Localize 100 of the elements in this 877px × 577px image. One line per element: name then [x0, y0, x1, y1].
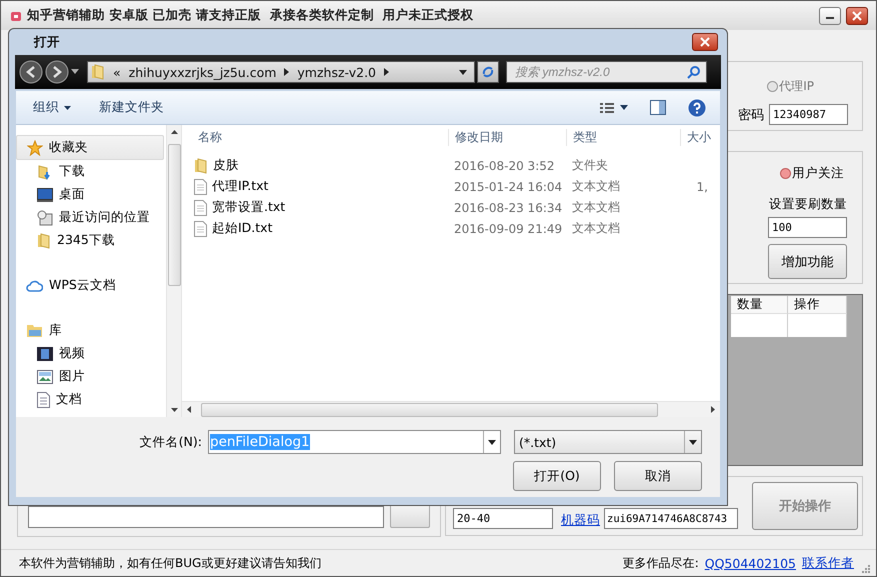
password-field[interactable]: 12340987: [769, 104, 848, 125]
minimize-button[interactable]: [819, 6, 841, 24]
input-field[interactable]: [28, 506, 384, 528]
recent-places-icon: [37, 210, 53, 226]
view-caret-icon[interactable]: [620, 105, 628, 110]
picture-icon: [37, 370, 53, 384]
file-name[interactable]: 皮肤: [192, 157, 448, 174]
desktop-icon: [37, 188, 53, 202]
column-header[interactable]: 大小: [680, 128, 710, 146]
count-field[interactable]: 100: [768, 217, 847, 238]
scroll-left-icon[interactable]: [187, 406, 191, 413]
dropdown-caret-icon[interactable]: [488, 440, 496, 444]
help-icon[interactable]: [688, 98, 706, 116]
nav-item[interactable]: 2345下载: [16, 229, 166, 252]
path-segment[interactable]: zhihuyxxzrjks_jz5u.com: [128, 64, 276, 80]
file-type: 文件夹: [571, 157, 609, 174]
search-field[interactable]: 搜索 ymzhsz-v2.0: [515, 65, 687, 79]
path-overflow[interactable]: «: [113, 64, 121, 80]
close-icon[interactable]: [852, 10, 862, 20]
table-cell: [731, 314, 788, 337]
nav-item[interactable]: WPS云文档: [16, 274, 164, 297]
follow-radio[interactable]: 用户关注: [780, 165, 844, 182]
window-title: 知乎营销辅助 安卓版 已加壳 请支持正版 承接各类软件定制 用户未正式授权: [27, 7, 474, 24]
more-label: 更多作品尽在:: [622, 554, 699, 572]
table-cell: [788, 314, 847, 337]
refresh-button[interactable]: [477, 61, 499, 83]
text-file-icon: [194, 200, 207, 216]
close-button[interactable]: [846, 6, 868, 24]
back-button[interactable]: [19, 60, 43, 84]
vertical-scrollbar[interactable]: [166, 125, 181, 417]
folder-icon: [37, 232, 51, 248]
proxy-radio[interactable]: 代理IP: [767, 78, 814, 95]
count-label: 设置要刷数量: [769, 196, 847, 213]
chevron-icon[interactable]: [284, 68, 290, 76]
add-feature-button[interactable]: 增加功能: [768, 244, 847, 279]
text-file-icon: [194, 220, 207, 236]
close-icon[interactable]: [700, 37, 710, 47]
folder-icon: [91, 64, 105, 80]
nav-item[interactable]: 视频: [16, 342, 166, 365]
refresh-icon[interactable]: [481, 65, 495, 79]
view-list-icon[interactable]: [600, 102, 614, 114]
cloud-icon: [26, 279, 43, 292]
file-name-label: 文件名(N):: [140, 434, 202, 450]
file-type: 文本文档: [571, 178, 621, 195]
caret-icon[interactable]: [64, 106, 71, 110]
dropdown-caret-icon[interactable]: [459, 70, 467, 74]
new-folder-button[interactable]: 新建文件夹: [99, 99, 164, 116]
small-button[interactable]: [390, 504, 430, 528]
column-header[interactable]: 修改日期: [448, 128, 566, 146]
status-text: 本软件为营销辅助，如有任何BUG或更好建议请告知我们: [19, 554, 322, 572]
column-header: 数量: [731, 296, 788, 314]
app-logo-icon: [10, 10, 22, 22]
scroll-down-icon[interactable]: [170, 408, 178, 412]
resize-grip-icon[interactable]: [860, 563, 870, 573]
search-box[interactable]: 搜索 ymzhsz-v2.0: [506, 61, 707, 83]
nav-item[interactable]: 文档: [16, 388, 166, 411]
film-icon: [37, 346, 53, 362]
file-type-dropdown[interactable]: (*.txt): [514, 430, 702, 454]
nav-item[interactable]: 库: [16, 319, 164, 342]
file-date: 2016-09-09 21:49: [453, 222, 564, 236]
organize-menu[interactable]: 组织: [33, 99, 71, 116]
qq-link[interactable]: QQ504402105: [704, 556, 796, 570]
search-icon[interactable]: [687, 66, 700, 78]
preview-pane-icon[interactable]: [650, 100, 666, 115]
dropdown-caret-icon[interactable]: [689, 440, 697, 444]
file-date: 2016-08-23 16:34: [453, 200, 564, 214]
file-name[interactable]: 宽带设置.txt: [192, 199, 448, 216]
password-label: 密码: [738, 106, 764, 124]
file-type: 文本文档: [571, 199, 621, 216]
nav-item[interactable]: 最近访问的位置: [16, 206, 166, 229]
scroll-up-icon[interactable]: [170, 130, 178, 134]
dialog-title: 打开: [34, 34, 60, 50]
cancel-button[interactable]: 取消: [614, 461, 702, 491]
file-name[interactable]: 起始ID.txt: [192, 220, 448, 237]
forward-button[interactable]: [45, 60, 69, 84]
column-header[interactable]: 名称: [192, 128, 448, 146]
scroll-right-icon[interactable]: [711, 406, 715, 413]
history-caret-icon[interactable]: [71, 69, 79, 75]
machine-code-field[interactable]: zui69A714746A8C8743: [604, 508, 738, 529]
close-button[interactable]: [692, 33, 718, 51]
column-header[interactable]: 类型: [566, 128, 680, 146]
horizontal-scrollbar[interactable]: [182, 401, 720, 417]
file-name[interactable]: 代理IP.txt: [192, 178, 448, 195]
file-date: 2016-08-20 3:52: [453, 158, 556, 172]
nav-item[interactable]: 下载: [16, 160, 166, 183]
nav-item[interactable]: 图片: [16, 365, 166, 388]
file-size: 1,: [696, 180, 709, 194]
star-icon: [27, 140, 43, 156]
machine-code-link[interactable]: 机器码: [561, 512, 600, 529]
range-field[interactable]: 20-40: [453, 508, 553, 529]
path-segment[interactable]: ymzhsz-v2.0: [297, 64, 376, 80]
contact-link[interactable]: 联系作者: [802, 554, 854, 572]
folder-icon: [194, 158, 208, 174]
chevron-icon[interactable]: [384, 68, 389, 76]
open-button[interactable]: 打开(O): [513, 461, 601, 491]
nav-item[interactable]: 收藏夹: [16, 135, 164, 160]
address-bar[interactable]: « zhihuyxxzrjks_jz5u.com ymzhsz-v2.0: [87, 61, 475, 83]
library-folder-icon: [26, 323, 43, 338]
nav-item[interactable]: 桌面: [16, 183, 166, 206]
file-type: 文本文档: [571, 220, 621, 237]
